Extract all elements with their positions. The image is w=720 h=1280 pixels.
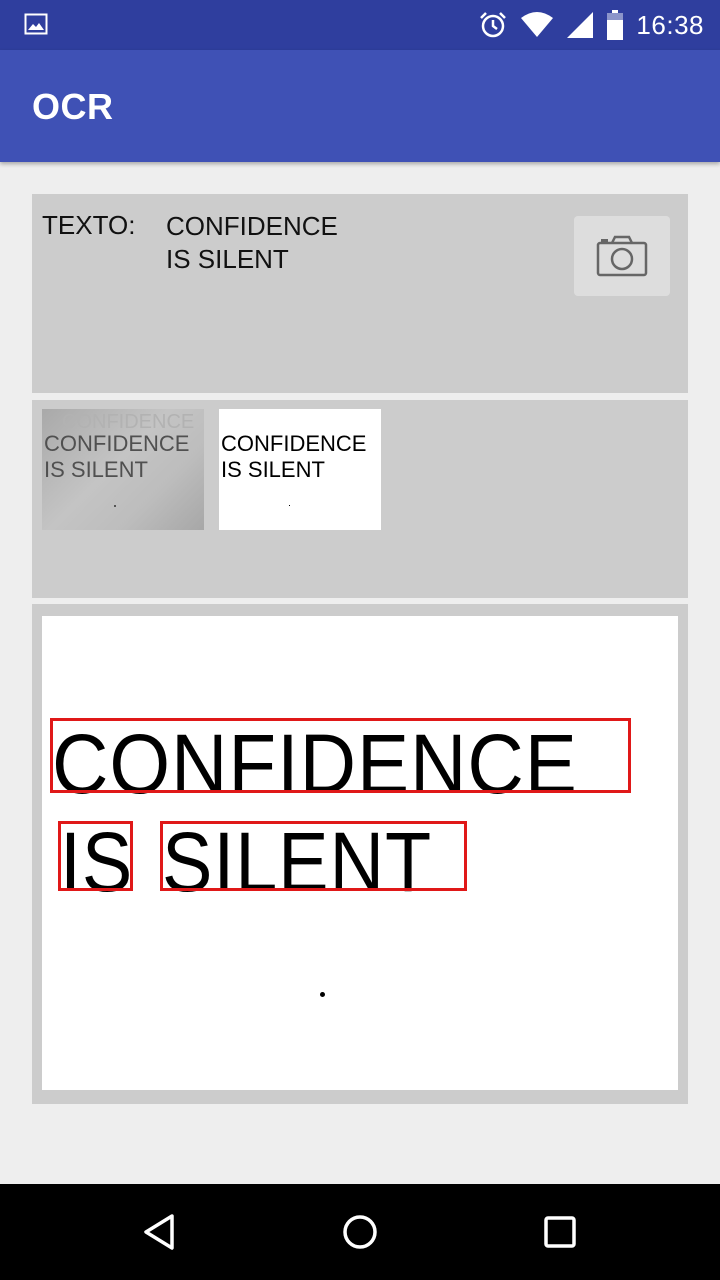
recents-icon[interactable]: [540, 1212, 580, 1252]
signal-icon: [567, 12, 594, 38]
image-notification-icon: [24, 13, 48, 35]
grayscale-thumbnail[interactable]: CONFIDENCE CONFIDENCE IS SILENT: [42, 409, 204, 530]
navigation-bar: [0, 1184, 720, 1280]
ocr-result-panel: CONFIDENCE IS SILENT: [32, 604, 688, 1104]
ocr-result-image: CONFIDENCE IS SILENT: [42, 616, 678, 1090]
app-bar: OCR: [0, 50, 720, 162]
speck: [289, 505, 290, 506]
wifi-icon: [521, 12, 554, 37]
battery-icon: [607, 10, 624, 40]
word-bounding-box: [160, 821, 467, 891]
word-bounding-box: [58, 821, 133, 891]
camera-button[interactable]: [574, 216, 670, 296]
thumbnail-text: CONFIDENCE IS SILENT: [44, 431, 190, 482]
app-title: OCR: [32, 86, 114, 127]
camera-icon: [596, 235, 648, 277]
binarized-thumbnail[interactable]: CONFIDENCE IS SILENT: [219, 409, 381, 530]
alarm-icon: [480, 12, 507, 38]
speck: [114, 505, 116, 507]
thumbnail-text: CONFIDENCE IS SILENT: [221, 431, 367, 482]
home-icon[interactable]: [340, 1212, 380, 1252]
speck: [320, 992, 325, 997]
status-bar: 16:38: [0, 0, 720, 50]
back-icon[interactable]: [140, 1212, 180, 1252]
recognized-text-panel: TEXTO: CONFIDENCE IS SILENT: [32, 194, 688, 393]
recognized-text: CONFIDENCE IS SILENT: [166, 211, 338, 274]
text-label: TEXTO:: [42, 210, 136, 240]
status-time: 16:38: [636, 9, 704, 40]
thumbnails-panel: CONFIDENCE CONFIDENCE IS SILENT CONFIDEN…: [32, 400, 688, 598]
word-bounding-box: [50, 718, 631, 793]
